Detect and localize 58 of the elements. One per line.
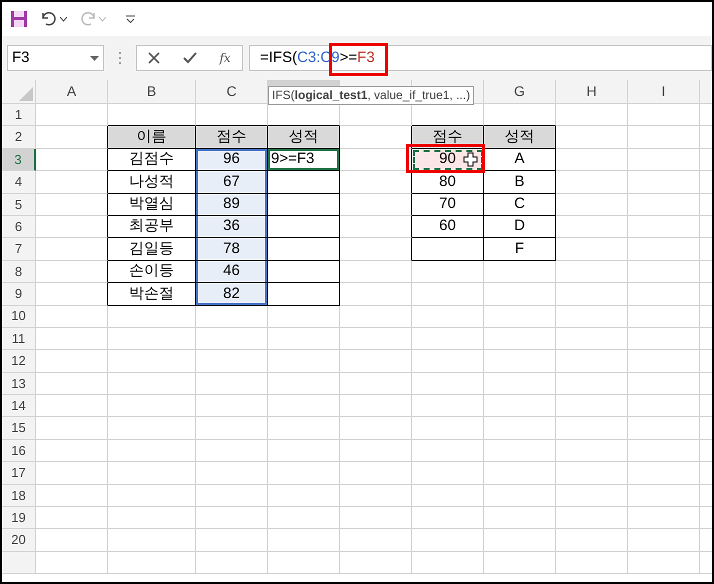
select-all-icon[interactable] (19, 87, 33, 101)
customize-icon[interactable] (126, 15, 135, 23)
row-header[interactable]: 20 (2, 529, 36, 552)
row-header[interactable]: 8 (2, 260, 36, 284)
column-header[interactable]: G (484, 80, 556, 104)
dropdown-arrow-icon (90, 56, 99, 60)
function-tooltip: IFS(logical_test1, value_if_true1, ...) (268, 86, 474, 105)
check-icon[interactable] (182, 52, 197, 64)
row-header[interactable]: 17 (2, 462, 36, 485)
table-cell: 60 (412, 216, 484, 238)
column-label-cell: 이름 (108, 126, 196, 149)
table-cell: 36 (196, 216, 268, 238)
row-header[interactable]: 5 (2, 194, 36, 216)
table-cell: 82 (196, 283, 268, 306)
more-icon[interactable] (118, 51, 122, 65)
table-cell: 67 (196, 171, 268, 194)
cursor-icon (463, 152, 478, 167)
table-cell: D (484, 216, 556, 238)
table-cell: 78 (196, 238, 268, 261)
row-header[interactable]: 13 (2, 372, 36, 396)
table-cell: B (484, 171, 556, 194)
table-cell: 80 (412, 171, 484, 194)
table-cell: C (484, 194, 556, 216)
column-label-cell: 성적 (484, 126, 556, 149)
table-cell: 89 (196, 194, 268, 216)
row-header[interactable]: 11 (2, 328, 36, 350)
column-header[interactable]: A (36, 80, 108, 104)
row-header[interactable]: 12 (2, 350, 36, 373)
row-header[interactable]: 10 (2, 306, 36, 328)
row-header[interactable]: 15 (2, 417, 36, 440)
row-header[interactable]: 2 (2, 126, 36, 149)
row-header[interactable]: 14 (2, 395, 36, 418)
row-header[interactable]: 16 (2, 440, 36, 462)
column-header[interactable]: H (556, 80, 628, 104)
row-header[interactable]: 7 (2, 238, 36, 261)
table-cell: 70 (412, 194, 484, 216)
column-label-cell: 점수 (196, 126, 268, 149)
column-header[interactable]: B (108, 80, 196, 104)
name-box[interactable]: F3 (7, 45, 104, 71)
row-header[interactable]: 18 (2, 484, 36, 508)
table-cell: 96 (196, 148, 268, 172)
save-icon[interactable] (10, 10, 28, 28)
column-header[interactable]: I (628, 80, 700, 104)
column-label-cell: 성적 (268, 126, 340, 149)
table-cell: 46 (196, 260, 268, 284)
table-cell: F (484, 238, 556, 261)
table-cell: A (484, 148, 556, 172)
row-header[interactable]: 9 (2, 283, 36, 306)
row-header[interactable]: 6 (2, 216, 36, 238)
row-header[interactable]: 19 (2, 507, 36, 530)
row-header[interactable] (2, 552, 36, 574)
row-header[interactable]: 1 (2, 104, 36, 126)
row-header[interactable]: 4 (2, 171, 36, 194)
row-header[interactable]: 3 (2, 148, 36, 172)
table-cell: 9>=F3 (268, 148, 340, 172)
undo-icon[interactable] (40, 10, 58, 28)
insert-function-button[interactable]: fx (219, 49, 231, 67)
cancel-icon[interactable] (148, 52, 160, 64)
